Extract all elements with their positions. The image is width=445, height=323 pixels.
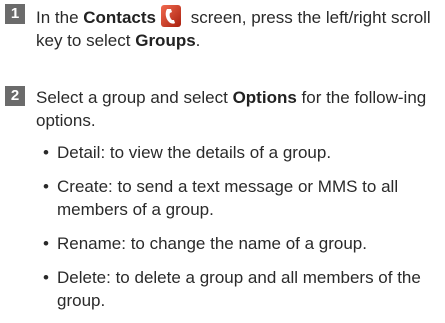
- groups-label: Groups: [135, 31, 196, 50]
- step-2-text: Select a group and select Options for th…: [36, 86, 437, 132]
- contacts-phone-icon: [161, 5, 181, 27]
- list-item: • Delete: to delete a group and all membe…: [43, 266, 437, 312]
- step-number-badge: 2: [5, 86, 25, 106]
- instruction-document: 1 In the Contacts screen, press the left…: [0, 0, 445, 321]
- bullet-icon: •: [43, 177, 49, 196]
- list-item-text: Create: to send a text message or MMS to…: [57, 177, 399, 219]
- step-1-text-after: .: [195, 31, 201, 50]
- list-item-text: Rename: to change the name of a group.: [57, 234, 367, 253]
- bullet-icon: •: [43, 234, 49, 253]
- step-number-badge: 1: [5, 4, 25, 24]
- list-item: • Detail: to view the details of a group.: [43, 141, 437, 164]
- step-1-text-before: In the: [36, 8, 84, 27]
- step-2: 2 Select a group and select Options for …: [5, 86, 437, 323]
- list-item-text: Detail: to view the details of a group.: [57, 143, 332, 162]
- options-list: • Detail: to view the details of a group.…: [43, 141, 437, 312]
- step-1-text: In the Contacts screen, press the left/r…: [36, 4, 437, 52]
- list-item: • Rename: to change the name of a group.: [43, 232, 437, 255]
- step-2-text-before: Select a group and select: [36, 88, 233, 107]
- list-item: • Create: to send a text message or MMS t…: [43, 175, 437, 221]
- contacts-label: Contacts: [83, 8, 156, 27]
- options-label: Options: [232, 88, 297, 107]
- list-item-text: Delete: to delete a group and all member…: [57, 268, 421, 310]
- bullet-icon: •: [43, 268, 49, 287]
- bullet-icon: •: [43, 143, 49, 162]
- step-1: 1 In the Contacts screen, press the left…: [5, 4, 437, 52]
